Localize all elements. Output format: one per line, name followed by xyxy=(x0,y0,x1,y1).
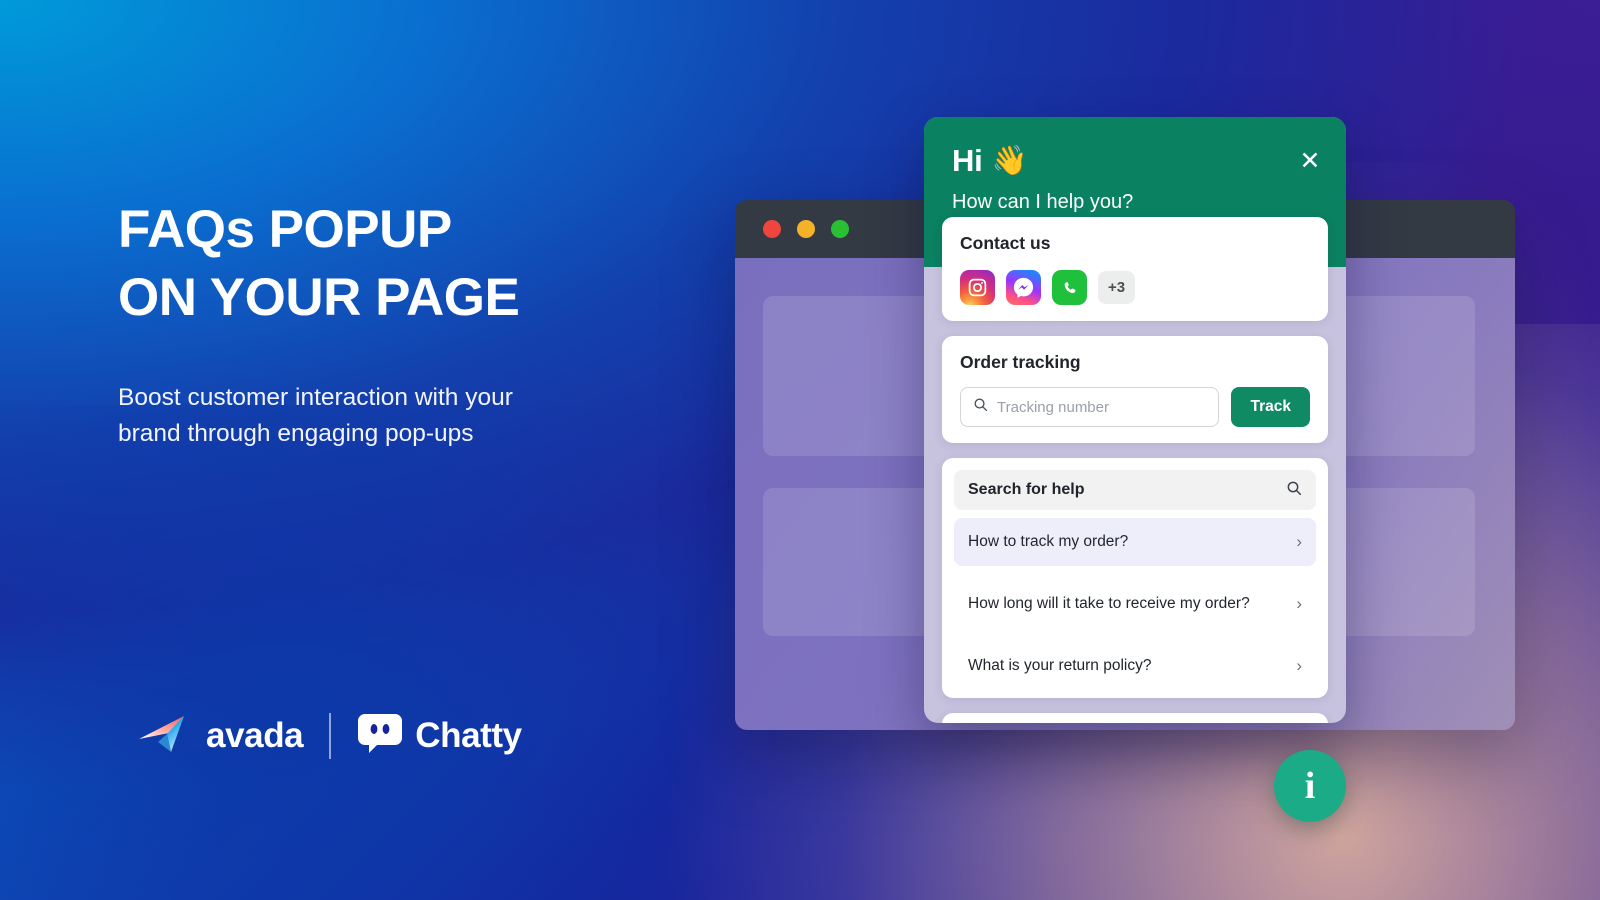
avada-brand: avada xyxy=(138,710,304,761)
chatty-bubble-icon xyxy=(357,712,403,759)
more-channels-button[interactable]: +3 xyxy=(1098,271,1135,304)
instagram-icon[interactable] xyxy=(960,270,995,305)
popup-scroll-area[interactable]: Contact us +3 Order tracking Tracking nu… xyxy=(924,217,1346,723)
waving-hand-icon: 👋 xyxy=(991,145,1028,177)
whatsapp-icon[interactable] xyxy=(1052,270,1087,305)
faq-chat-popup: Hi 👋 How can I help you? ✕ Contact us +3… xyxy=(924,117,1346,723)
track-button[interactable]: Track xyxy=(1231,387,1310,427)
avada-logo-icon xyxy=(138,710,194,761)
info-icon: i xyxy=(1304,765,1316,807)
faq-item[interactable]: How long will it take to receive my orde… xyxy=(954,580,1316,628)
window-minimize-dot[interactable] xyxy=(797,220,815,238)
contact-channel-list: +3 xyxy=(960,270,1310,305)
popup-subgreeting: How can I help you? xyxy=(952,191,1134,213)
contact-us-card: Contact us +3 xyxy=(942,217,1328,321)
chevron-right-icon: › xyxy=(1296,656,1302,675)
window-close-dot[interactable] xyxy=(763,220,781,238)
faq-question: How long will it take to receive my orde… xyxy=(968,595,1250,612)
order-tracking-title: Order tracking xyxy=(960,352,1081,372)
chatty-brand: Chatty xyxy=(357,712,522,759)
chevron-right-icon: › xyxy=(1296,532,1302,551)
faq-question: How to track my order? xyxy=(968,533,1129,550)
tracking-input-wrapper[interactable] xyxy=(960,387,1220,427)
tracking-number-input[interactable] xyxy=(997,398,1207,416)
brand-lockup: avada Chatty xyxy=(138,710,522,761)
order-tracking-form: Track xyxy=(960,387,1310,427)
help-card: Search for help How to track my order? ›… xyxy=(942,458,1328,698)
close-icon[interactable]: ✕ xyxy=(1296,147,1324,175)
chatty-brand-name: Chatty xyxy=(415,715,522,755)
contact-us-title: Contact us xyxy=(960,233,1051,253)
page-subtitle: Boost customer interaction with your bra… xyxy=(118,383,513,447)
hero-section: FAQs POPUP ON YOUR PAGE Boost customer i… xyxy=(118,196,738,452)
messenger-icon[interactable] xyxy=(1006,270,1041,305)
avada-brand-name: avada xyxy=(206,715,304,755)
faq-item[interactable]: How to track my order? › xyxy=(954,518,1316,566)
info-fab-button[interactable]: i xyxy=(1274,750,1346,822)
greeting-text: Hi xyxy=(952,143,983,178)
window-maximize-dot[interactable] xyxy=(831,220,849,238)
search-for-help-field[interactable]: Search for help xyxy=(954,470,1316,510)
popup-greeting: Hi 👋 xyxy=(952,143,1322,179)
chevron-right-icon: › xyxy=(1296,594,1302,613)
faq-item[interactable]: What is your return policy? › xyxy=(954,642,1316,690)
order-tracking-card: Order tracking Track xyxy=(942,336,1328,443)
categories-card: Categories View all xyxy=(942,713,1328,723)
page-title: FAQs POPUP ON YOUR PAGE xyxy=(118,200,520,327)
search-icon[interactable] xyxy=(1286,480,1302,501)
faq-question: What is your return policy? xyxy=(968,657,1152,674)
search-for-help-label: Search for help xyxy=(968,481,1085,498)
search-icon xyxy=(973,397,988,417)
brand-divider xyxy=(329,712,332,759)
